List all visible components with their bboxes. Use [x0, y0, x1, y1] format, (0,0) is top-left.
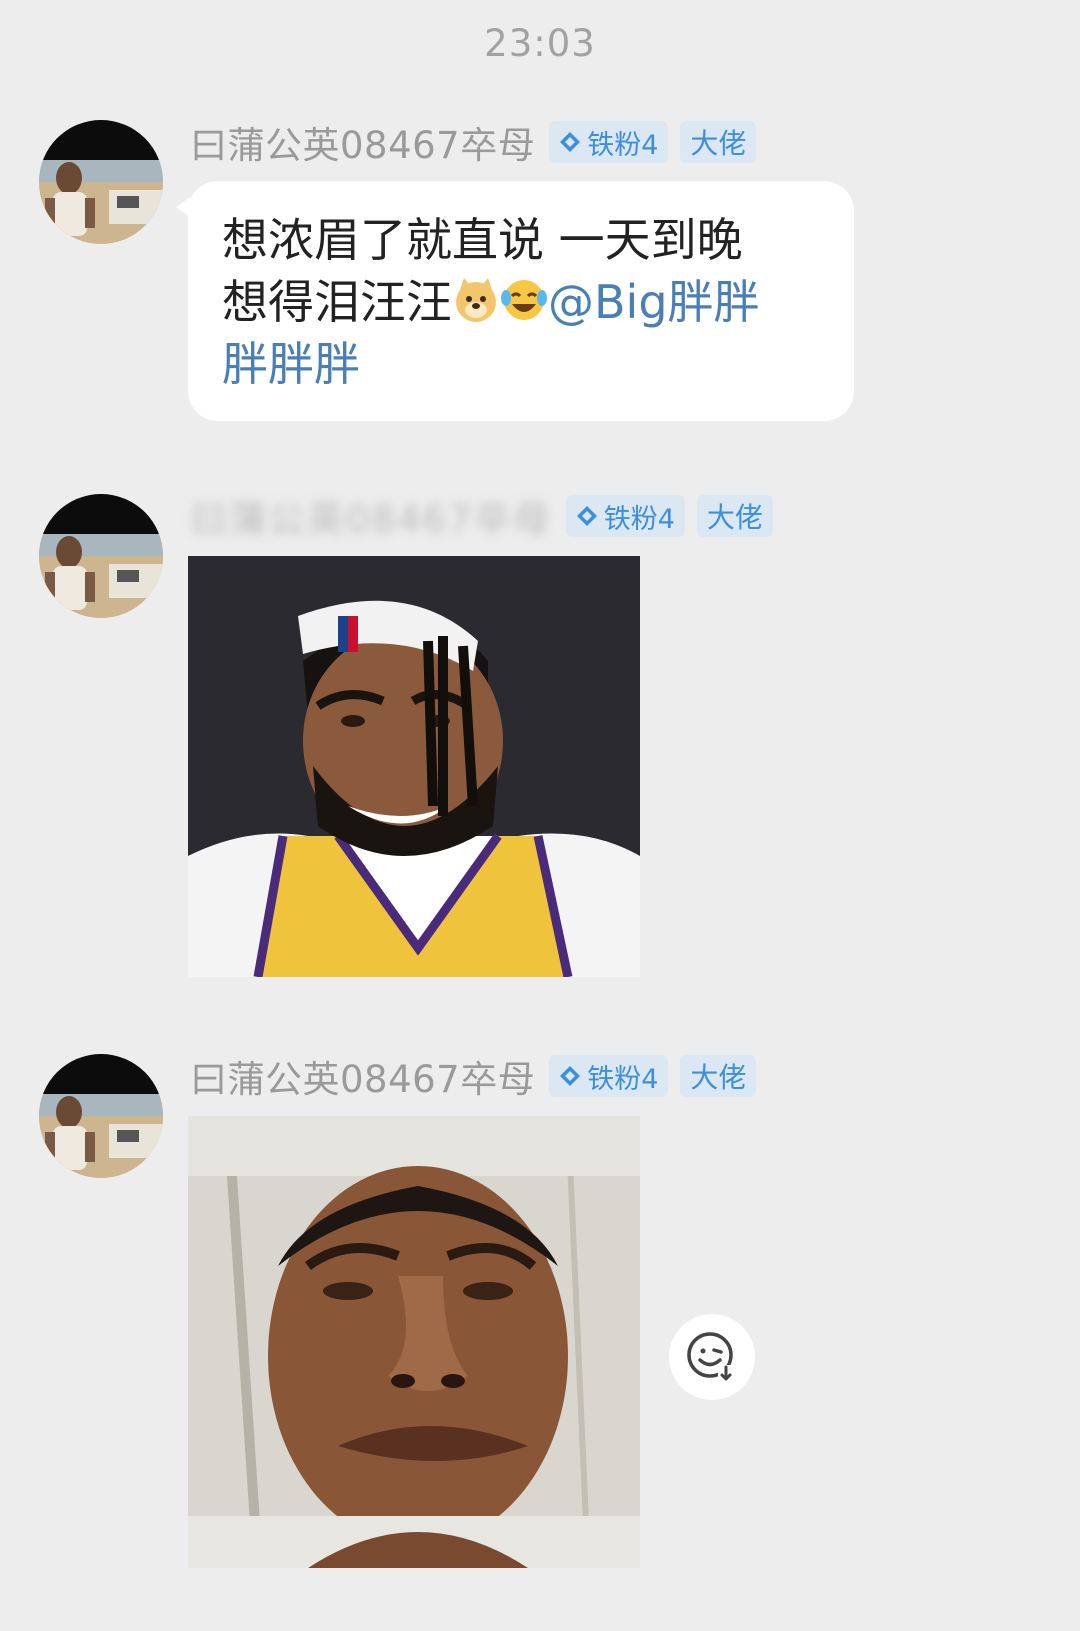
- diamond-icon: [560, 1066, 581, 1086]
- fan-badge[interactable]: 铁粉4: [549, 121, 669, 163]
- role-badge[interactable]: 大佬: [696, 495, 773, 537]
- user-mention-continued[interactable]: 胖胖胖: [222, 337, 360, 391]
- laugh-cry-emoji-icon: [501, 280, 547, 320]
- diamond-icon: [560, 132, 581, 152]
- user-avatar[interactable]: [39, 494, 163, 618]
- doge-emoji-icon: [456, 278, 496, 322]
- role-badge[interactable]: 大佬: [680, 1055, 757, 1097]
- add-sticker-button[interactable]: [669, 1314, 755, 1400]
- message-text: 想得泪汪汪: [222, 275, 452, 329]
- message-header: 曰蒲公英08467卒母 铁粉4 大佬: [190, 494, 773, 541]
- message-text-line-3: 胖胖胖: [222, 333, 824, 395]
- diamond-icon: [576, 506, 597, 526]
- fan-badge-label: 铁粉4: [587, 129, 659, 161]
- username[interactable]: 曰蒲公英08467卒母: [190, 1049, 535, 1103]
- fan-badge[interactable]: 铁粉4: [565, 495, 685, 537]
- bubble-tail: [176, 197, 190, 217]
- user-avatar[interactable]: [39, 1054, 163, 1178]
- message-header: 曰蒲公英08467卒母 铁粉4 大佬: [190, 1054, 757, 1101]
- fan-badge-label: 铁粉4: [587, 1063, 659, 1095]
- fan-badge-label: 铁粉4: [603, 503, 675, 535]
- message-text-line-1: 想浓眉了就直说 一天到晚: [222, 213, 743, 267]
- sticker-image[interactable]: [188, 556, 640, 977]
- username[interactable]: 曰蒲公英08467卒母: [190, 115, 535, 169]
- role-badge[interactable]: 大佬: [680, 121, 757, 163]
- chat-timestamp: 23:03: [484, 22, 596, 65]
- sticker-image[interactable]: [188, 1116, 640, 1568]
- username[interactable]: 曰蒲公英08467卒母: [190, 489, 552, 543]
- message-text-line-2: 想得泪汪汪 @Big胖胖: [222, 271, 824, 333]
- text-message-bubble[interactable]: 想浓眉了就直说 一天到晚 想得泪汪汪 @Big胖胖 胖胖胖: [176, 181, 854, 421]
- user-mention[interactable]: @Big胖胖: [548, 275, 760, 329]
- fan-badge[interactable]: 铁粉4: [549, 1055, 669, 1097]
- message-header: 曰蒲公英08467卒母 铁粉4 大佬: [190, 120, 757, 167]
- add-sticker-icon: [687, 1332, 738, 1385]
- user-avatar[interactable]: [39, 120, 163, 244]
